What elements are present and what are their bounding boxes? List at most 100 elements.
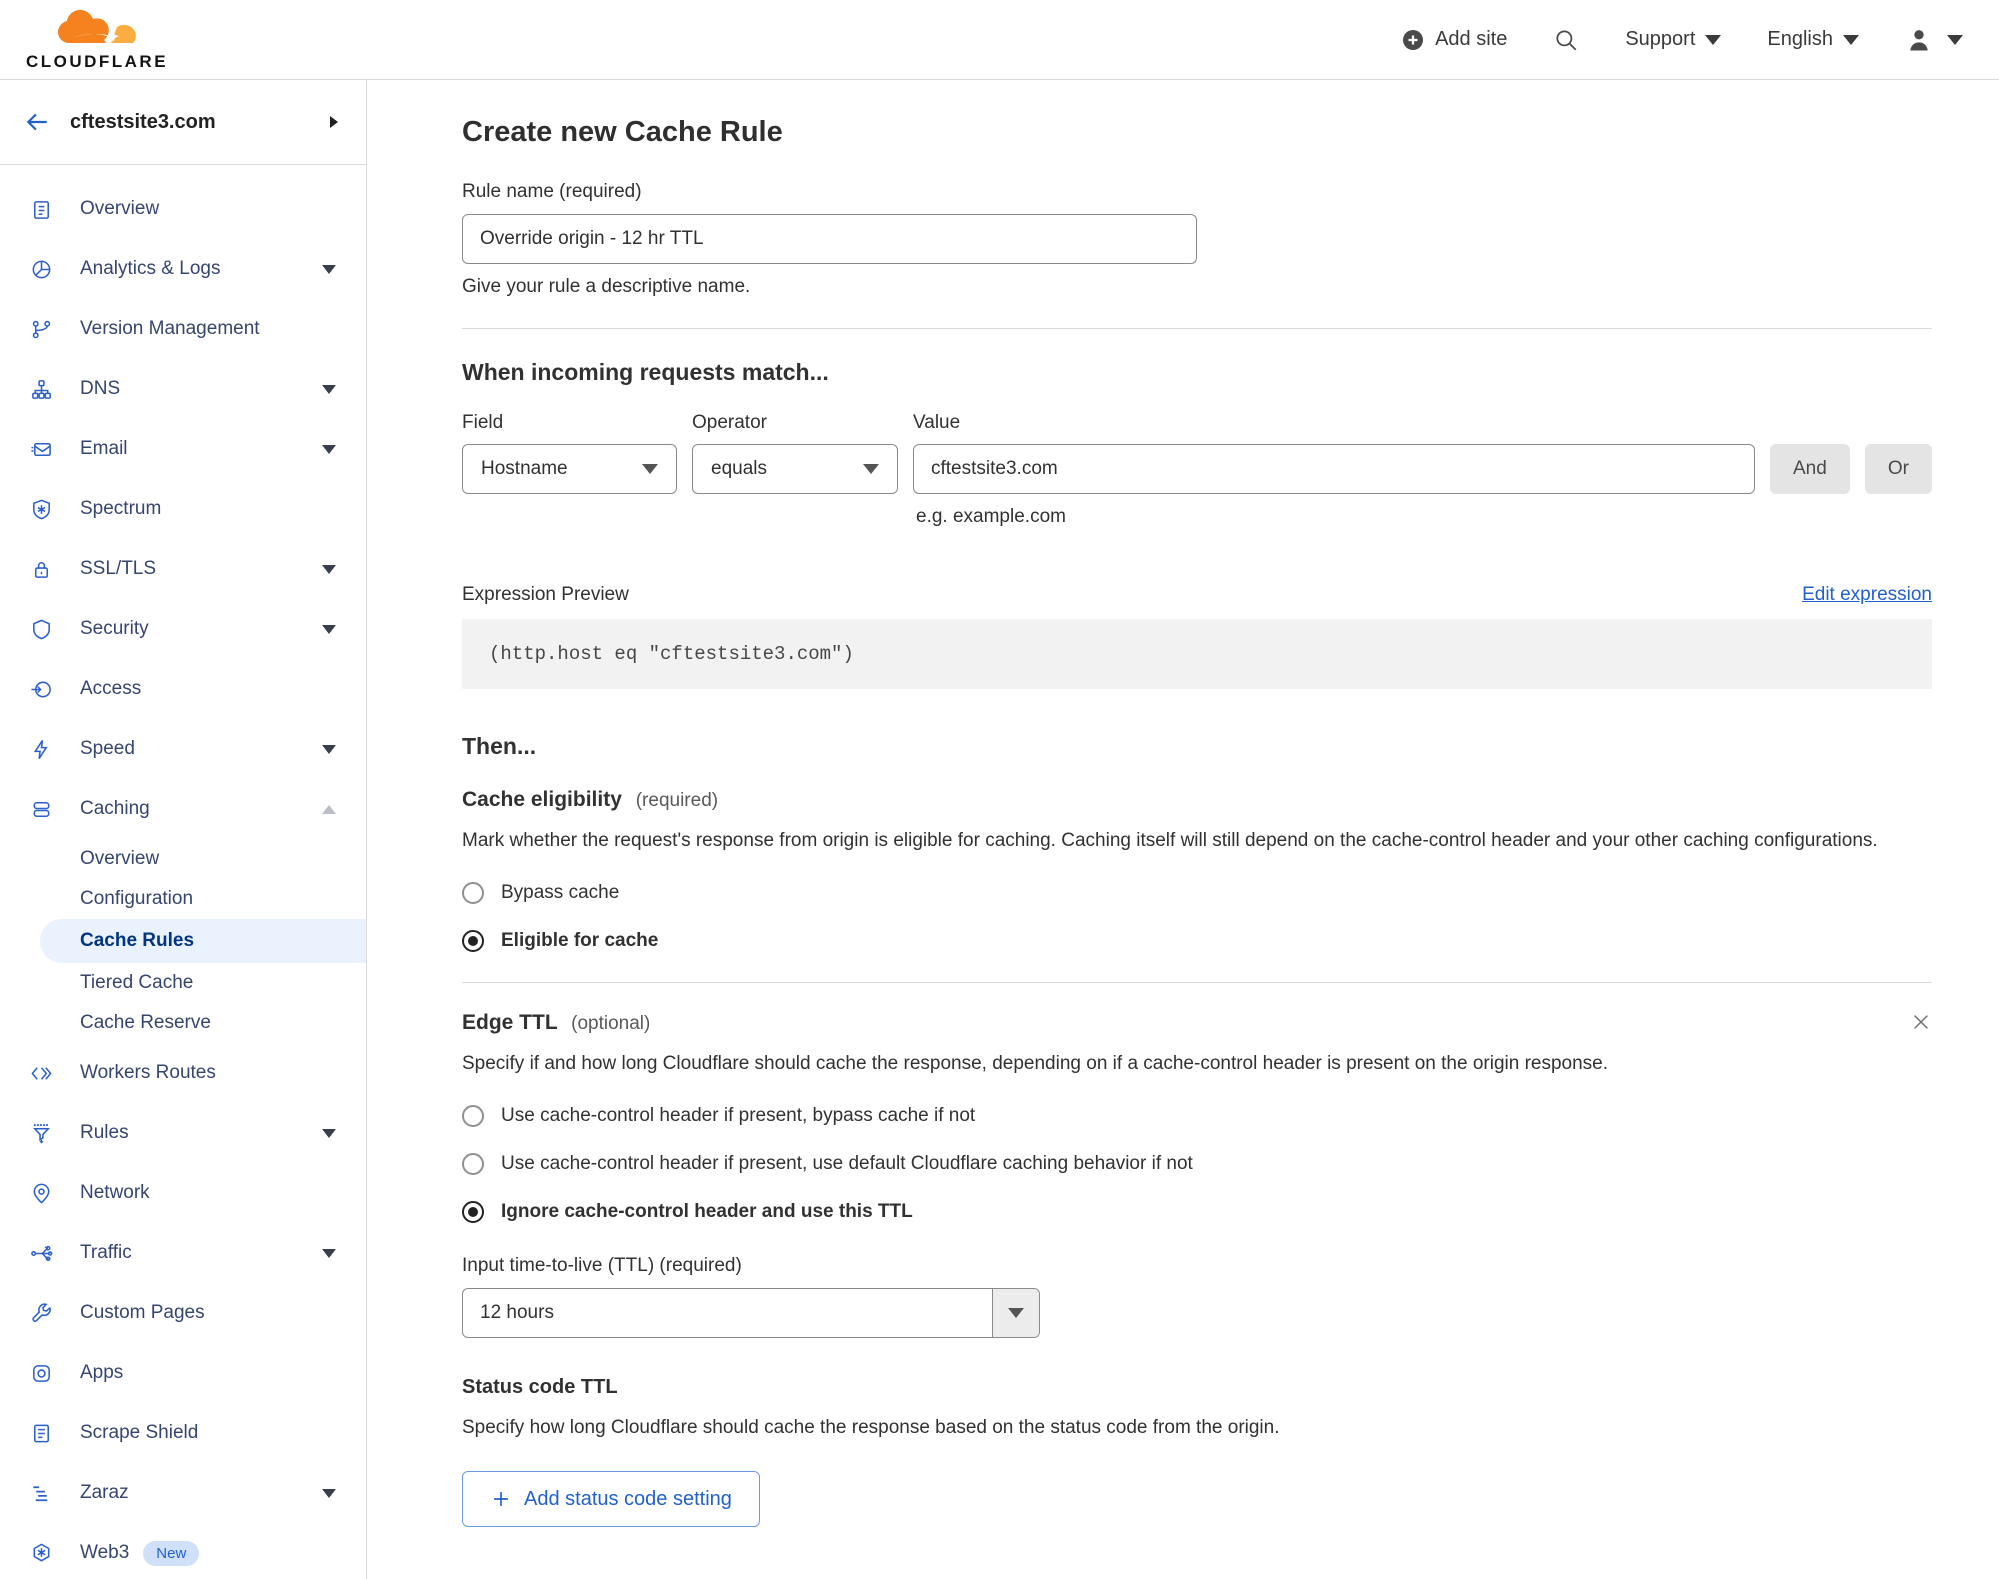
add-site-plus-icon	[1401, 28, 1425, 52]
chevron-right-icon[interactable]	[330, 116, 338, 128]
spectrum-icon	[28, 498, 54, 521]
account-menu[interactable]	[1905, 26, 1963, 54]
sidebar-item-overview[interactable]: Overview	[0, 179, 366, 239]
sidebar-item-traffic[interactable]: Traffic	[0, 1223, 366, 1283]
field-label: Field	[462, 412, 504, 433]
radio-unselected-icon[interactable]	[462, 1105, 484, 1127]
operator-column: Operator equals	[692, 412, 898, 494]
top-bar: CLOUDFLARE Add site Support English	[0, 0, 1999, 80]
operator-select[interactable]: equals	[692, 444, 898, 494]
language-menu[interactable]: English	[1767, 28, 1859, 51]
sidebar-item-analytics-logs[interactable]: Analytics & Logs	[0, 239, 366, 299]
chevron-up-icon	[322, 804, 336, 814]
sidebar-subitem-configuration[interactable]: Configuration	[0, 879, 366, 919]
support-menu[interactable]: Support	[1625, 28, 1722, 51]
chevron-down-icon	[322, 444, 336, 454]
status-code-ttl-description: Specify how long Cloudflare should cache…	[462, 1417, 1280, 1438]
rules-icon	[28, 1122, 54, 1145]
radio-bypass-if-no-header[interactable]: Use cache-control header if present, byp…	[462, 1105, 1932, 1127]
match-row: Field Hostname Operator equals Value And…	[462, 412, 1932, 494]
chevron-down-icon	[322, 624, 336, 634]
and-button[interactable]: And	[1770, 444, 1850, 494]
dropdown-arrow-button[interactable]	[992, 1289, 1039, 1337]
radio-ignore-header-use-ttl[interactable]: Ignore cache-control header and use this…	[462, 1201, 1932, 1223]
sidebar-item-rules[interactable]: Rules	[0, 1103, 366, 1163]
scrape-shield-icon	[28, 1422, 54, 1445]
radio-selected-icon[interactable]	[462, 930, 484, 952]
match-heading: When incoming requests match...	[462, 359, 829, 385]
back-arrow-icon[interactable]	[24, 109, 50, 135]
sidebar-item-workers-routes[interactable]: Workers Routes	[0, 1043, 366, 1103]
sidebar-item-web3[interactable]: Web3 New	[0, 1523, 366, 1579]
edge-ttl-heading: Edge TTL (optional)	[462, 1011, 651, 1034]
site-selector[interactable]: cftestsite3.com	[0, 80, 366, 165]
ssl-tls-icon	[28, 558, 54, 581]
sidebar-item-dns[interactable]: DNS	[0, 359, 366, 419]
chevron-down-icon	[322, 744, 336, 754]
value-help: e.g. example.com	[916, 506, 1066, 527]
rule-name-help: Give your rule a descriptive name.	[462, 276, 751, 297]
zaraz-icon	[28, 1482, 54, 1505]
expression-row: Expression Preview Edit expression	[462, 584, 1932, 606]
workers-routes-icon	[28, 1062, 54, 1085]
add-site-button[interactable]: Add site	[1401, 28, 1507, 52]
sidebar-item-zaraz[interactable]: Zaraz	[0, 1463, 366, 1523]
chevron-down-icon	[322, 264, 336, 274]
cache-eligibility-description: Mark whether the request's response from…	[462, 830, 1878, 851]
web3-icon	[28, 1542, 54, 1565]
radio-unselected-icon[interactable]	[462, 1153, 484, 1175]
sidebar-item-speed[interactable]: Speed	[0, 719, 366, 779]
sidebar-item-caching[interactable]: Caching	[0, 779, 366, 839]
chevron-down-icon	[1705, 34, 1722, 45]
radio-unselected-icon[interactable]	[462, 882, 484, 904]
edge-ttl-description: Specify if and how long Cloudflare shoul…	[462, 1053, 1609, 1074]
chevron-down-icon	[642, 464, 658, 474]
custom-pages-icon	[28, 1302, 54, 1325]
required-tag: (required)	[635, 790, 719, 811]
sidebar-subitem-tiered-cache[interactable]: Tiered Cache	[0, 963, 366, 1003]
edge-ttl-header: Edge TTL (optional)	[462, 983, 1932, 1035]
sidebar-item-spectrum[interactable]: Spectrum	[0, 479, 366, 539]
chevron-down-icon	[1843, 34, 1859, 45]
chevron-down-icon	[322, 1248, 336, 1258]
new-badge: New	[143, 1540, 200, 1566]
sidebar-item-access[interactable]: Access	[0, 659, 366, 719]
sidebar-item-ssl-tls[interactable]: SSL/TLS	[0, 539, 366, 599]
sidebar-item-security[interactable]: Security	[0, 599, 366, 659]
cache-eligibility-heading: Cache eligibility (required)	[462, 788, 719, 811]
radio-bypass-cache[interactable]: Bypass cache	[462, 882, 1932, 904]
radio-default-behavior-if-no-header[interactable]: Use cache-control header if present, use…	[462, 1153, 1932, 1175]
radio-eligible-for-cache[interactable]: Eligible for cache	[462, 930, 1932, 952]
ttl-select[interactable]: 12 hours	[462, 1288, 1040, 1338]
sidebar-item-version-management[interactable]: Version Management	[0, 299, 366, 359]
chevron-down-icon	[322, 1488, 336, 1498]
sidebar-nav: Overview Analytics & Logs Version Manage…	[0, 165, 366, 1579]
access-icon	[28, 678, 54, 701]
chevron-down-icon	[863, 464, 879, 474]
value-input[interactable]	[913, 444, 1755, 494]
or-button[interactable]: Or	[1864, 444, 1932, 494]
close-icon[interactable]	[1910, 1011, 1932, 1033]
main-content: Create new Cache Rule Rule name (require…	[367, 80, 1999, 1579]
chevron-down-icon	[322, 564, 336, 574]
sidebar-subitem-caching-overview[interactable]: Overview	[0, 839, 366, 879]
search-button[interactable]	[1553, 27, 1579, 53]
sidebar-item-email[interactable]: Email	[0, 419, 366, 479]
ttl-input-label: Input time-to-live (TTL) (required)	[462, 1255, 742, 1276]
speed-icon	[28, 738, 54, 761]
radio-selected-icon[interactable]	[462, 1201, 484, 1223]
sidebar-subitem-cache-rules[interactable]: Cache Rules	[40, 919, 366, 963]
rule-name-input[interactable]	[462, 214, 1197, 264]
cloudflare-logo[interactable]: CLOUDFLARE	[18, 7, 176, 72]
sidebar-item-network[interactable]: Network	[0, 1163, 366, 1223]
chevron-down-icon	[1947, 34, 1963, 45]
field-select[interactable]: Hostname	[462, 444, 677, 494]
edit-expression-link[interactable]: Edit expression	[1802, 584, 1932, 606]
value-label: Value	[913, 412, 961, 433]
add-status-code-button[interactable]: Add status code setting	[462, 1471, 760, 1527]
sidebar-subitem-cache-reserve[interactable]: Cache Reserve	[0, 1003, 366, 1043]
sidebar-item-scrape-shield[interactable]: Scrape Shield	[0, 1403, 366, 1463]
sidebar-item-apps[interactable]: Apps	[0, 1343, 366, 1403]
sidebar-item-custom-pages[interactable]: Custom Pages	[0, 1283, 366, 1343]
status-code-ttl-heading: Status code TTL	[462, 1376, 618, 1398]
